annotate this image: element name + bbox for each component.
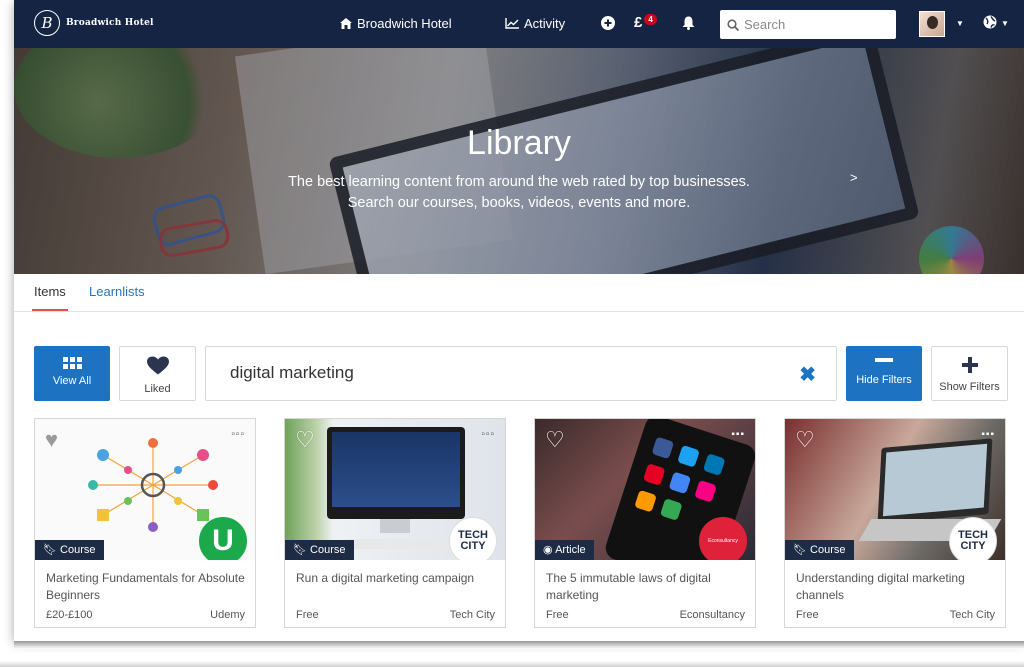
view-all-button[interactable]: View All <box>34 346 110 401</box>
page-title: Library <box>467 124 571 162</box>
marketing-infographic-icon <box>88 438 218 532</box>
globe-icon[interactable] <box>983 15 997 32</box>
currency-badge: 4 <box>644 14 657 25</box>
card-type-badge: 🔖︎ Course <box>785 540 854 560</box>
currency-button[interactable]: £4 <box>634 14 657 31</box>
card-price: £20-£100 <box>46 609 93 621</box>
card-price: Free <box>296 609 319 621</box>
tab-items[interactable]: Items <box>32 284 68 311</box>
app-window: B Broadwich Hotel Broadwich Hotel Activi… <box>14 0 1024 641</box>
nav-home-label: Broadwich Hotel <box>357 16 452 31</box>
card-type-label: Course <box>60 544 96 556</box>
card-provider: Udemy <box>210 609 245 621</box>
content-card[interactable]: ♡ ▫▫▫ 🔖︎ Course TECH CITY Run a digital … <box>284 418 506 628</box>
bookmark-icon: 🔖︎ <box>43 544 57 556</box>
card-image: ♥ ▫▫▫ 🔖︎ Course U <box>35 419 255 560</box>
liked-label: Liked <box>144 383 171 395</box>
card-title[interactable]: Run a digital marketing campaign <box>296 570 496 587</box>
heart-icon <box>146 356 169 375</box>
nav-activity-label: Activity <box>524 16 566 31</box>
more-options-icon[interactable]: ▫▫▫ <box>231 429 245 440</box>
like-heart-icon[interactable]: ♡ <box>545 427 565 453</box>
hide-filters-label: Hide Filters <box>856 374 912 386</box>
card-image: ♡ ▪▪▪ 🔖︎ Course TECH CITY <box>785 419 1005 560</box>
query-input[interactable] <box>230 363 770 383</box>
liked-button[interactable]: Liked <box>119 346 196 401</box>
bell-icon[interactable] <box>682 16 695 33</box>
search-box[interactable] <box>720 10 896 39</box>
user-avatar[interactable] <box>919 11 945 37</box>
search-input[interactable] <box>744 17 884 32</box>
add-icon[interactable] <box>601 16 615 33</box>
laptop-image <box>877 438 993 524</box>
provider-logo-econsultancy: Econsultancy <box>699 517 747 560</box>
hide-filters-button[interactable]: Hide Filters <box>846 346 922 401</box>
like-heart-icon[interactable]: ♥ <box>45 427 58 453</box>
hero-subtitle-line1: The best learning content from around th… <box>288 174 750 190</box>
query-field[interactable]: ✖ <box>205 346 837 401</box>
nav-home-link[interactable]: Broadwich Hotel <box>340 16 452 31</box>
provider-logo-tech-city: TECH CITY <box>449 517 497 560</box>
window-shadow <box>14 641 1024 649</box>
brand-logo: B <box>34 10 60 36</box>
card-price: Free <box>546 609 569 621</box>
like-heart-icon[interactable]: ♡ <box>295 427 315 453</box>
provider-logo-tech-city: TECH CITY <box>949 517 997 560</box>
card-title[interactable]: Understanding digital marketing channels <box>796 570 996 604</box>
card-title[interactable]: The 5 immutable laws of digital marketin… <box>546 570 746 604</box>
brand-name: Broadwich Hotel <box>66 18 154 28</box>
provider-logo-udemy: U <box>199 517 247 560</box>
card-type-label: Course <box>810 544 846 556</box>
more-options-icon[interactable]: ▪▪▪ <box>731 429 745 440</box>
view-all-label: View All <box>52 375 92 387</box>
library-tabs: Items Learnlists <box>14 274 1024 312</box>
search-icon <box>727 18 739 31</box>
top-navbar: B Broadwich Hotel Broadwich Hotel Activi… <box>14 0 1024 48</box>
bookmark-icon: 🔖︎ <box>293 544 307 556</box>
minus-icon <box>875 358 893 362</box>
card-title[interactable]: Marketing Fundamentals for Absolute Begi… <box>46 570 246 604</box>
clear-query-icon[interactable]: ✖ <box>799 362 816 387</box>
desktop-edge <box>0 661 1024 667</box>
card-type-badge: 🔖︎ Course <box>35 540 104 560</box>
card-type-label: Course <box>310 544 346 556</box>
card-type-label: Article <box>555 544 586 556</box>
card-image: ♡ ▪▪▪ ◉ Article Econsultancy <box>535 419 755 560</box>
card-provider: Tech City <box>949 609 995 621</box>
user-menu-caret-icon[interactable]: ▼ <box>956 19 964 28</box>
more-options-icon[interactable]: ▫▫▫ <box>481 429 495 440</box>
hero-next-arrow-icon[interactable]: > <box>850 170 858 185</box>
card-image: ♡ ▫▫▫ 🔖︎ Course TECH CITY <box>285 419 505 560</box>
plus-icon <box>961 357 978 373</box>
brand[interactable]: B Broadwich Hotel <box>34 10 154 36</box>
language-caret-icon[interactable]: ▼ <box>1001 19 1009 28</box>
show-filters-label: Show Filters <box>939 381 1000 393</box>
chart-line-icon <box>505 18 519 29</box>
grid-icon <box>62 357 82 369</box>
hero-subtitle-line2: Search our courses, books, videos, event… <box>347 195 691 211</box>
bookmark-icon: 🔖︎ <box>793 544 807 556</box>
home-icon <box>340 18 352 29</box>
more-options-icon[interactable]: ▪▪▪ <box>981 429 995 440</box>
card-price: Free <box>796 609 819 621</box>
imac-image <box>327 427 465 519</box>
content-card[interactable]: ♡ ▪▪▪ 🔖︎ Course TECH CITY Understanding … <box>784 418 1006 628</box>
currency-symbol: £ <box>634 14 643 31</box>
tab-learnlists[interactable]: Learnlists <box>89 284 145 299</box>
card-type-badge: 🔖︎ Course <box>285 540 354 560</box>
content-card[interactable]: ♥ ▫▫▫ 🔖︎ Course U Marketing Fundamentals… <box>34 418 256 628</box>
rss-icon: ◉ <box>543 544 553 556</box>
show-filters-button[interactable]: Show Filters <box>931 346 1008 401</box>
like-heart-icon[interactable]: ♡ <box>795 427 815 453</box>
card-type-badge: ◉ Article <box>535 540 594 560</box>
nav-activity-link[interactable]: Activity <box>505 16 565 31</box>
card-provider: Tech City <box>449 609 495 621</box>
hero-banner: Library The best learning content from a… <box>14 48 1024 274</box>
content-card[interactable]: ♡ ▪▪▪ ◉ Article Econsultancy The 5 immut… <box>534 418 756 628</box>
card-provider: Econsultancy <box>679 609 745 621</box>
